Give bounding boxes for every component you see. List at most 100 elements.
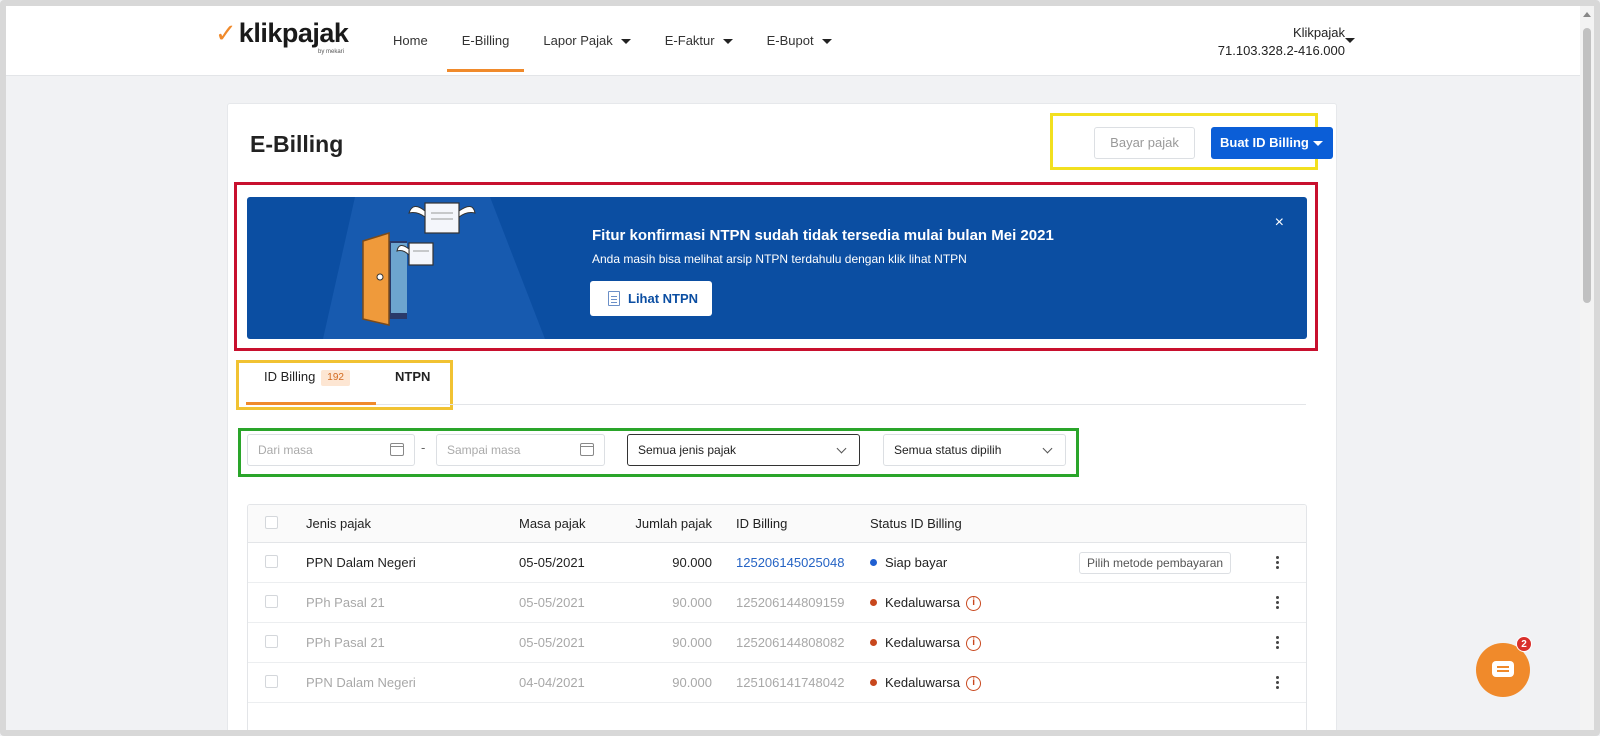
table-row[interactable]: PPN Dalam Negeri 04-04/2021 90.000 12510… [248,663,1306,703]
table-row[interactable]: PPh Pasal 21 05-05/2021 90.000 125206144… [248,623,1306,663]
dari-masa-input[interactable]: Dari masa [247,434,415,466]
nav-e-faktur-label: E-Faktur [664,33,715,48]
cell-jumlah-pajak: 90.000 [672,595,712,610]
jenis-pajak-select[interactable]: Semua jenis pajak [627,434,860,466]
cell-jenis-pajak: PPN Dalam Negeri [306,675,416,690]
tab-id-billing[interactable]: ID Billing 192 [246,362,376,405]
lihat-ntpn-label: Lihat NTPN [628,291,699,306]
bayar-pajak-button[interactable]: Bayar pajak [1094,127,1195,159]
account-name: Klikpajak [1292,25,1345,40]
chevron-down-icon [1042,443,1053,454]
cell-jenis-pajak: PPh Pasal 21 [306,595,385,610]
nav-e-bupot[interactable]: E-Bupot [750,6,849,76]
status-select[interactable]: Semua status dipilih [883,434,1066,466]
row-checkbox[interactable] [265,555,278,568]
cell-jumlah-pajak: 90.000 [672,555,712,570]
row-checkbox[interactable] [265,675,278,688]
cell-jenis-pajak: PPh Pasal 21 [306,635,385,650]
info-icon[interactable]: i [966,596,982,612]
account-menu[interactable]: Klikpajak 71.103.328.2-416.000 [1218,24,1345,60]
buat-id-billing-button[interactable]: Buat ID Billing [1211,127,1333,159]
caret-down-icon [620,39,631,45]
cell-jumlah-pajak: 90.000 [672,675,712,690]
main-nav: Home E-Billing Lapor Pajak E-Faktur E-Bu… [376,6,849,76]
page-title: E-Billing [250,131,344,157]
nav-home[interactable]: Home [376,6,445,76]
logo-byline: by mekari [318,49,345,55]
cell-id-billing: 125106141748042 [736,675,845,690]
dari-masa-placeholder: Dari masa [258,443,313,457]
calendar-icon[interactable] [390,443,404,456]
scrollbar-thumb[interactable] [1583,28,1591,303]
header-jenis-pajak: Jenis pajak [306,516,372,531]
jenis-pajak-value: Semua jenis pajak [638,443,737,457]
scroll-up-arrow-icon[interactable] [1583,12,1591,17]
banner-subtitle: Anda masih bisa melihat arsip NTPN terda… [592,252,967,266]
account-npwp: 71.103.328.2-416.000 [1217,43,1345,58]
nav-e-billing-label: E-Billing [461,33,510,48]
logo-wordmark: klikpajak [238,18,349,48]
billing-count-badge: 192 [321,369,350,386]
info-icon[interactable]: i [966,676,982,692]
chevron-down-icon [836,443,847,454]
row-checkbox[interactable] [265,595,278,608]
more-options-icon[interactable] [1270,595,1284,611]
cell-status: Kedaluwarsa i [870,583,982,623]
header-status: Status ID Billing [870,516,962,531]
status-text: Kedaluwarsa [885,595,961,610]
cell-jenis-pajak: PPN Dalam Negeri [306,555,416,570]
status-dot-icon [870,599,877,607]
table-row[interactable]: PPh Pasal 21 05-05/2021 90.000 125206144… [248,583,1306,623]
select-all-checkbox[interactable] [265,516,278,529]
cell-id-billing: 125206144809159 [736,595,845,610]
lihat-ntpn-button[interactable]: Lihat NTPN [590,281,712,316]
more-options-icon[interactable] [1270,555,1284,571]
sampai-masa-input[interactable]: Sampai masa [436,434,605,466]
cell-status: Siap bayar [870,543,947,583]
nav-lapor-pajak[interactable]: Lapor Pajak [526,6,647,76]
account-caret-icon[interactable] [1345,38,1355,43]
status-dot-icon [870,639,877,647]
billing-table: Jenis pajak Masa pajak Jumlah pajak ID B… [247,504,1307,736]
status-text: Siap bayar [885,555,948,570]
top-navbar: ✓ klikpajak by mekari Home E-Billing Lap… [6,6,1580,76]
pilih-metode-pembayaran-button[interactable]: Pilih metode pembayaran [1079,552,1232,574]
sampai-masa-placeholder: Sampai masa [447,443,521,457]
nav-e-billing[interactable]: E-Billing [445,6,527,76]
tab-ntpn-label: NTPN [395,369,431,384]
nav-lapor-pajak-label: Lapor Pajak [543,33,613,48]
vertical-scrollbar[interactable] [1580,6,1594,730]
caret-down-icon [821,39,832,45]
tab-ntpn[interactable]: NTPN [395,362,430,405]
cell-status: Kedaluwarsa i [870,663,982,703]
id-billing-link[interactable]: 125206145025048 [736,543,844,583]
row-checkbox[interactable] [265,635,278,648]
header-masa-pajak: Masa pajak [519,516,586,531]
status-dot-icon [870,679,877,687]
klikpajak-logo[interactable]: ✓ klikpajak by mekari [215,18,349,55]
cell-masa-pajak: 04-04/2021 [519,675,585,690]
tab-id-billing-label: ID Billing [264,369,316,384]
cell-id-billing: 125206144808082 [736,635,845,650]
nav-e-bupot-label: E-Bupot [766,33,814,48]
chat-bubble-icon [1492,661,1514,677]
calendar-icon[interactable] [580,443,594,456]
chat-notification-badge: 2 [1516,636,1532,652]
ntpn-banner: Fitur konfirmasi NTPN sudah tidak tersed… [247,197,1307,339]
e-billing-card: E-Billing Bayar pajak Buat ID Billing Fi… [227,103,1337,736]
header-id-billing: ID Billing [736,516,788,531]
status-value: Semua status dipilih [894,443,1002,457]
banner-title: Fitur konfirmasi NTPN sudah tidak tersed… [592,227,1054,244]
date-range-separator: - [421,440,426,455]
table-row[interactable]: PPN Dalam Negeri 05-05/2021 90.000 12520… [248,543,1306,583]
more-options-icon[interactable] [1270,635,1284,651]
caret-down-icon [1313,141,1323,146]
header-jumlah-pajak: Jumlah pajak [635,516,712,531]
more-options-icon[interactable] [1270,675,1284,691]
buat-id-billing-label: Buat ID Billing [1220,135,1309,150]
info-icon[interactable]: i [966,636,982,652]
status-dot-icon [870,559,877,567]
close-icon[interactable]: × [1275,215,1284,231]
cell-masa-pajak: 05-05/2021 [519,595,585,610]
nav-e-faktur[interactable]: E-Faktur [648,6,750,76]
